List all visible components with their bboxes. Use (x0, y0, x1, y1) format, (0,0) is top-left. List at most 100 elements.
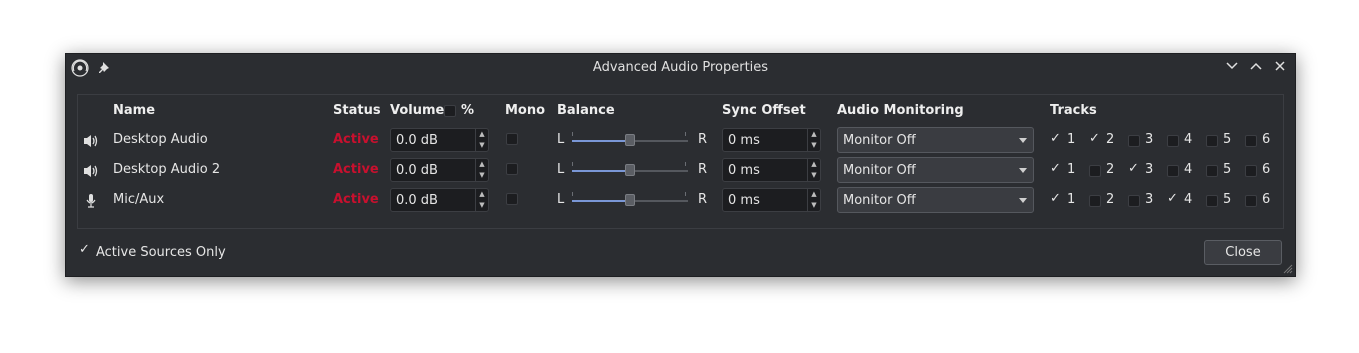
track-1-checkbox[interactable] (1050, 161, 1062, 177)
balance-left-label: L (557, 132, 565, 147)
speaker-icon (84, 165, 98, 177)
header-percent: % (461, 103, 475, 118)
track-5-label: 5 (1223, 132, 1232, 147)
track-1-label: 1 (1067, 192, 1076, 207)
spin-down-icon[interactable]: ▼ (808, 170, 820, 181)
spin-down-icon[interactable]: ▼ (476, 200, 488, 211)
balance-slider-handle[interactable] (625, 134, 635, 146)
audio-monitoring-dropdown[interactable]: Monitor Off (837, 157, 1034, 183)
spin-down-icon[interactable]: ▼ (476, 140, 488, 151)
track-2-label: 2 (1106, 132, 1115, 147)
track-6-checkbox[interactable] (1245, 165, 1257, 177)
volume-spinbox[interactable]: 0.0 dB ▲ ▼ (390, 158, 489, 182)
mono-checkbox[interactable] (506, 133, 518, 145)
track-5-label: 5 (1223, 192, 1232, 207)
spin-up-icon[interactable]: ▲ (808, 129, 820, 140)
spin-up-icon[interactable]: ▲ (476, 129, 488, 140)
header-mono: Mono (505, 103, 546, 118)
status-badge: Active (333, 132, 379, 147)
sync-offset-value: 0 ms (728, 163, 760, 178)
track-1-checkbox[interactable] (1050, 191, 1062, 207)
audio-monitoring-value: Monitor Off (843, 193, 916, 208)
track-3-label: 3 (1145, 132, 1154, 147)
slider-tick (572, 132, 573, 136)
sync-offset-spinbox[interactable]: 0 ms ▲ ▼ (722, 128, 821, 152)
audio-sources-panel: Name Status Volume % Mono Balance Sync O… (77, 94, 1284, 229)
volume-value: 0.0 dB (396, 133, 438, 148)
sync-offset-value: 0 ms (728, 193, 760, 208)
track-1-checkbox[interactable] (1050, 131, 1062, 147)
track-6-checkbox[interactable] (1245, 135, 1257, 147)
mono-checkbox[interactable] (506, 193, 518, 205)
slider-tick (685, 162, 686, 166)
sync-offset-value: 0 ms (728, 133, 760, 148)
maximize-button[interactable] (1247, 59, 1265, 77)
sync-offset-spinbox[interactable]: 0 ms ▲ ▼ (722, 158, 821, 182)
sync-offset-spinbox[interactable]: 0 ms ▲ ▼ (722, 188, 821, 212)
source-name: Mic/Aux (113, 192, 165, 207)
track-4-label: 4 (1184, 192, 1193, 207)
slider-tick (572, 192, 573, 196)
resize-grip-icon[interactable] (1283, 264, 1293, 274)
track-4-checkbox[interactable] (1167, 191, 1179, 207)
microphone-icon (86, 194, 96, 208)
track-5-checkbox[interactable] (1206, 165, 1218, 177)
balance-right-label: R (698, 132, 708, 147)
track-4-checkbox[interactable] (1167, 165, 1179, 177)
header-volume: Volume (390, 103, 445, 118)
track-2-label: 2 (1106, 162, 1115, 177)
track-1-label: 1 (1067, 132, 1076, 147)
close-button[interactable]: Close (1204, 240, 1282, 265)
spin-down-icon[interactable]: ▼ (808, 140, 820, 151)
source-name: Desktop Audio 2 (113, 162, 221, 177)
balance-fill (572, 170, 630, 172)
percent-toggle-checkbox[interactable] (444, 105, 456, 117)
spin-up-icon[interactable]: ▲ (808, 159, 820, 170)
audio-monitoring-dropdown[interactable]: Monitor Off (837, 127, 1034, 153)
spin-up-icon[interactable]: ▲ (808, 189, 820, 200)
audio-monitoring-value: Monitor Off (843, 133, 916, 148)
track-4-checkbox[interactable] (1167, 135, 1179, 147)
window-title: Advanced Audio Properties (592, 60, 769, 75)
active-sources-only-checkbox[interactable] (79, 242, 91, 258)
spin-down-icon[interactable]: ▼ (808, 200, 820, 211)
spin-up-icon[interactable]: ▲ (476, 159, 488, 170)
minimize-button[interactable] (1223, 59, 1241, 77)
mono-checkbox[interactable] (506, 163, 518, 175)
source-row-desktop-audio-2: Desktop Audio 2 Active 0.0 dB ▲ ▼ L R 0 m… (78, 156, 1283, 186)
track-6-label: 6 (1262, 132, 1271, 147)
track-3-checkbox[interactable] (1128, 161, 1140, 177)
balance-right-label: R (698, 192, 708, 207)
chevron-down-icon (1019, 138, 1027, 143)
track-6-label: 6 (1262, 162, 1271, 177)
track-2-label: 2 (1106, 192, 1115, 207)
advanced-audio-properties-window: Advanced Audio Properties Name Status Vo… (65, 53, 1296, 277)
audio-monitoring-dropdown[interactable]: Monitor Off (837, 187, 1034, 213)
track-2-checkbox[interactable] (1089, 165, 1101, 177)
volume-spinbox[interactable]: 0.0 dB ▲ ▼ (390, 128, 489, 152)
chevron-down-icon (1226, 62, 1238, 70)
close-icon (1275, 61, 1285, 71)
track-2-checkbox[interactable] (1089, 195, 1101, 207)
volume-value: 0.0 dB (396, 193, 438, 208)
volume-spinbox[interactable]: 0.0 dB ▲ ▼ (390, 188, 489, 212)
balance-slider-handle[interactable] (625, 194, 635, 206)
status-badge: Active (333, 192, 379, 207)
close-window-button[interactable] (1271, 59, 1289, 77)
balance-fill (572, 200, 630, 202)
track-5-checkbox[interactable] (1206, 195, 1218, 207)
track-3-checkbox[interactable] (1128, 135, 1140, 147)
speaker-icon (84, 135, 98, 147)
balance-fill (572, 140, 630, 142)
spin-up-icon[interactable]: ▲ (476, 189, 488, 200)
track-3-checkbox[interactable] (1128, 195, 1140, 207)
chevron-down-icon (1019, 198, 1027, 203)
track-5-checkbox[interactable] (1206, 135, 1218, 147)
track-6-checkbox[interactable] (1245, 195, 1257, 207)
spin-down-icon[interactable]: ▼ (476, 170, 488, 181)
balance-slider-handle[interactable] (625, 164, 635, 176)
track-4-label: 4 (1184, 162, 1193, 177)
header-sync-offset: Sync Offset (722, 103, 806, 118)
track-2-checkbox[interactable] (1089, 131, 1101, 147)
header-audio-monitoring: Audio Monitoring (837, 103, 964, 118)
